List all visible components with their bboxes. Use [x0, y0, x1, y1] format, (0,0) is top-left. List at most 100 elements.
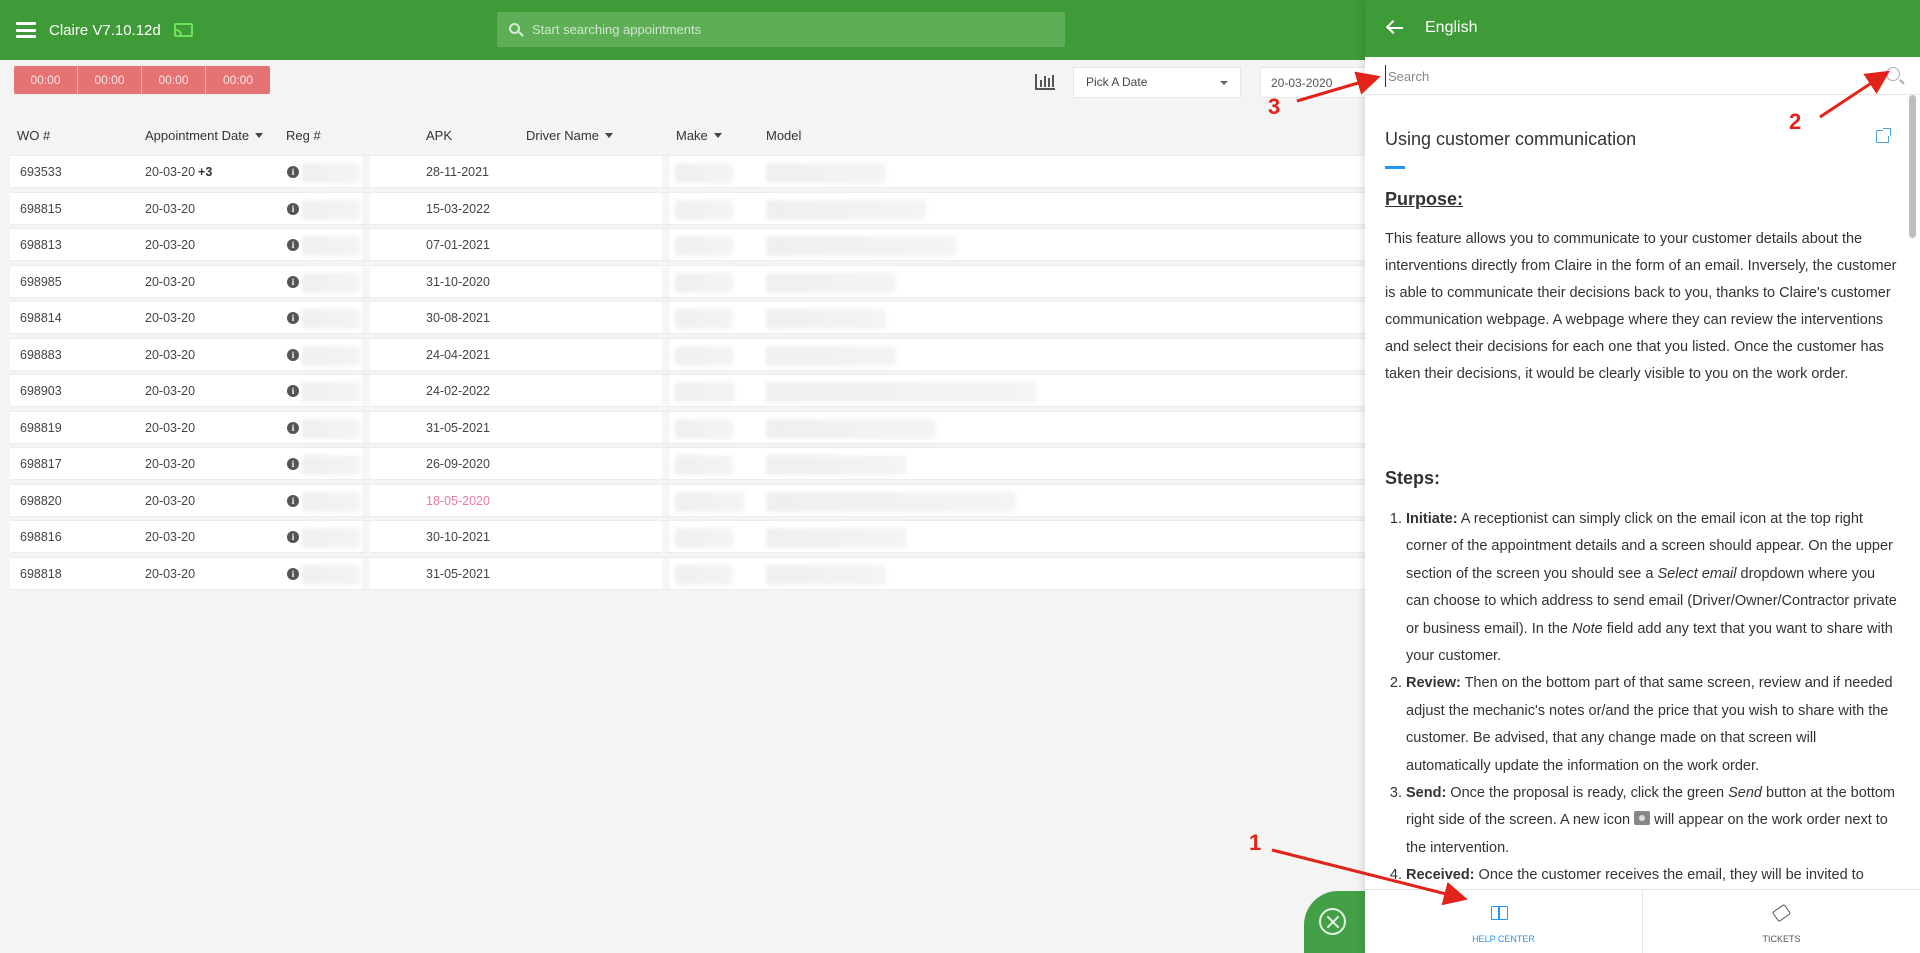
help-search-input[interactable]	[1385, 65, 1865, 87]
info-icon[interactable]: i	[287, 494, 299, 507]
info-icon[interactable]: i	[287, 166, 299, 178]
close-help-button[interactable]	[1304, 891, 1372, 953]
timer-button[interactable]: 00:00	[14, 66, 78, 94]
ticket-icon	[1771, 903, 1792, 923]
extra-count: +3	[198, 165, 213, 179]
tab-help-center[interactable]: HELP CENTER	[1365, 890, 1643, 953]
apk-date: 28-11-2021	[426, 165, 490, 179]
wo-number: 698820	[20, 493, 62, 508]
info-icon[interactable]: i	[287, 458, 299, 470]
column-header-model[interactable]: Model	[766, 128, 801, 143]
tab-tickets[interactable]: TICKETS	[1643, 890, 1920, 953]
table-row[interactable]: 698813 20-03-20 i 07-01-2021	[10, 228, 1410, 261]
help-panel-tabs: HELP CENTER TICKETS	[1365, 889, 1920, 953]
table-row[interactable]: 698816 20-03-20 i 30-10-2021	[10, 520, 1410, 553]
make	[675, 236, 733, 256]
column-header-make[interactable]: Make	[676, 128, 722, 143]
annotation-label: 1	[1249, 830, 1262, 855]
wo-number: 698819	[20, 420, 62, 435]
apk-date: 30-08-2021	[426, 311, 490, 325]
table-row[interactable]: 698818 20-03-20 i 31-05-2021	[10, 556, 1410, 590]
table-row[interactable]: 693533 20-03-20 +3 i 28-11-2021	[10, 155, 1410, 188]
timer-group: 00:00 00:00 00:00 00:00	[14, 66, 270, 94]
model	[766, 382, 1036, 402]
reg-number	[302, 199, 360, 220]
wo-number: 698883	[20, 347, 62, 362]
column-header-apk[interactable]: APK	[426, 128, 452, 143]
apk-date: 07-01-2021	[426, 238, 490, 252]
model	[766, 236, 956, 256]
help-panel-header: English	[1365, 0, 1920, 57]
wo-number: 693533	[20, 165, 62, 179]
article-scrollbar[interactable]	[1908, 95, 1916, 885]
apk-date: 30-10-2021	[426, 530, 490, 544]
model	[766, 345, 896, 366]
make	[675, 418, 733, 439]
appointment-date: 20-03-20	[145, 238, 196, 252]
column-header-appointment-date[interactable]: Appointment Date	[145, 128, 263, 143]
annotation-label: 2	[1789, 109, 1802, 134]
column-header-reg[interactable]: Reg #	[286, 128, 321, 143]
purpose-heading: Purpose:	[1385, 189, 1464, 209]
timer-button[interactable]: 00:00	[142, 66, 206, 94]
book-icon	[1491, 906, 1508, 920]
make	[675, 455, 733, 475]
reg-number	[302, 345, 360, 366]
info-icon[interactable]: i	[287, 567, 299, 580]
search-icon[interactable]	[1886, 67, 1900, 81]
column-header-driver-name[interactable]: Driver Name	[526, 128, 613, 143]
table-row[interactable]: 698815 20-03-20 i 15-03-2022	[10, 191, 1410, 225]
table-row[interactable]: 698820 20-03-20 i 18-05-2020	[10, 483, 1410, 517]
table-row[interactable]: 698903 20-03-20 i 24-02-2022	[10, 374, 1410, 407]
appointment-search	[497, 12, 1065, 47]
model	[766, 309, 886, 329]
info-icon[interactable]: i	[287, 348, 299, 361]
info-icon[interactable]: i	[287, 202, 299, 215]
menu-icon[interactable]	[16, 22, 36, 38]
table-row[interactable]: 698883 20-03-20 i 24-04-2021	[10, 337, 1410, 371]
appointment-search-input[interactable]	[532, 12, 1052, 47]
model	[766, 528, 906, 548]
table-row[interactable]: 698817 20-03-20 i 26-09-2020	[10, 447, 1410, 480]
column-header-wo[interactable]: WO #	[17, 128, 50, 143]
make	[675, 382, 735, 402]
table-row[interactable]: 698814 20-03-20 i 30-08-2021	[10, 301, 1410, 334]
info-icon[interactable]: i	[287, 275, 299, 288]
apk-date: 31-05-2021	[426, 420, 490, 435]
info-icon[interactable]: i	[287, 385, 299, 397]
apk-date: 18-05-2020	[426, 493, 490, 508]
cast-icon[interactable]	[174, 23, 193, 37]
info-icon[interactable]: i	[287, 239, 299, 251]
make	[675, 491, 745, 512]
appointment-date: 20-03-20 +3	[145, 165, 213, 179]
back-arrow-icon[interactable]	[1385, 19, 1403, 36]
appointment-date: 20-03-20	[145, 384, 196, 398]
timer-button[interactable]: 00:00	[206, 66, 270, 94]
info-icon[interactable]: i	[287, 421, 299, 434]
help-search-bar	[1365, 57, 1920, 95]
appointment-date: 20-03-20	[145, 347, 196, 362]
info-icon[interactable]: i	[287, 312, 299, 324]
pick-a-date-dropdown[interactable]: Pick A Date	[1073, 67, 1241, 98]
bar-chart-icon[interactable]	[1035, 74, 1055, 90]
table-row[interactable]: 698985 20-03-20 i 31-10-2020	[10, 264, 1410, 298]
reg-number	[302, 564, 360, 585]
table-row[interactable]: 698819 20-03-20 i 31-05-2021	[10, 410, 1410, 444]
reg-number	[302, 528, 360, 548]
wo-number: 698813	[20, 238, 62, 252]
info-icon[interactable]: i	[287, 531, 299, 543]
make	[675, 528, 733, 548]
external-link-icon[interactable]	[1876, 128, 1891, 143]
appointment-date: 20-03-20	[145, 493, 196, 508]
appointment-date: 20-03-20	[145, 274, 196, 289]
step-item: Received: Once the customer receives the…	[1406, 862, 1900, 889]
timer-button[interactable]: 00:00	[78, 66, 142, 94]
help-panel: English Using customer communication Pur…	[1365, 0, 1920, 953]
model	[766, 199, 926, 220]
model	[766, 163, 886, 183]
appointment-date: 20-03-20	[145, 420, 196, 435]
wo-number: 698815	[20, 201, 62, 216]
table-header: WO # Appointment Date Reg # APK Driver N…	[10, 120, 1410, 150]
model	[766, 455, 906, 475]
annotation-label: 3	[1268, 94, 1281, 119]
